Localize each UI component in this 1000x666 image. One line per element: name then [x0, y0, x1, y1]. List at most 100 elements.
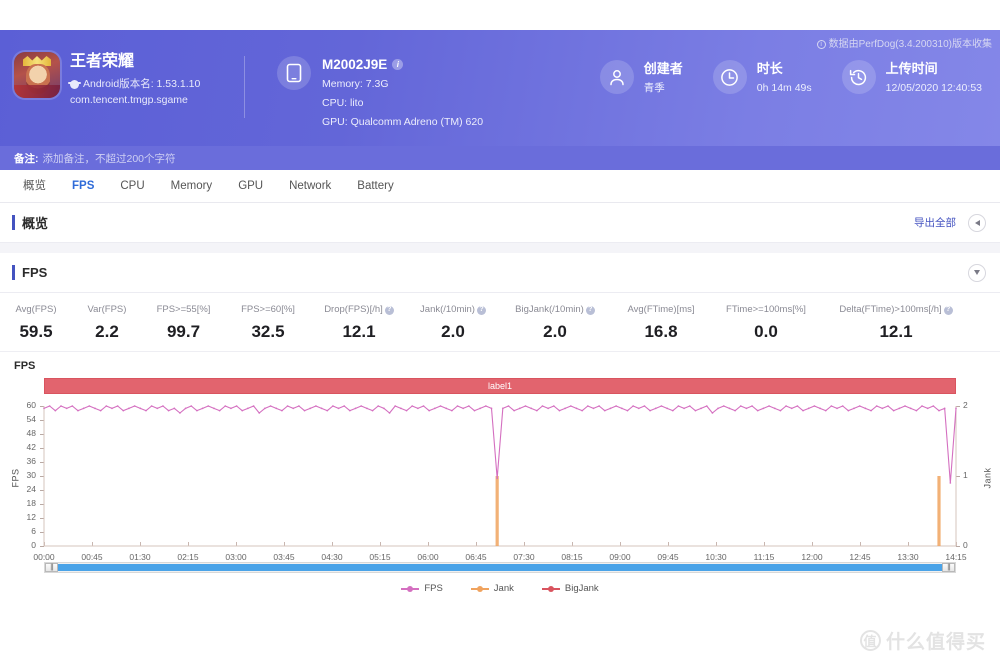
legend-item-fps[interactable]: FPS [401, 583, 443, 594]
meta-label-creator: 创建者 [643, 61, 683, 76]
device-info-icon[interactable]: i [392, 59, 404, 70]
device-gpu: GPU: Qualcomm Adreno (TM) 620 [322, 116, 484, 128]
meta-item-creator: 创建者 青季 [599, 60, 683, 96]
metric-bigjank: BigJank(/10min)? 2.0 [499, 303, 611, 345]
tab-fps[interactable]: FPS [59, 170, 107, 203]
metric-label-ftime-ge-100: FTime>=100ms[%] [726, 304, 806, 315]
meta-item-duration: 时长 0h 14m 49s [712, 60, 812, 96]
metric-label-fps-ge-55: FPS>=55[%] [156, 304, 211, 315]
note-label: 备注: [14, 152, 39, 165]
metric-label-drop-fps: Drop(FPS)[/h] [324, 304, 383, 315]
tab-network[interactable]: Network [276, 170, 344, 203]
metric-label-avg-fps: Avg(FPS) [15, 304, 57, 315]
chart-plot-area: FPS Jank 0 6 12 18 24 30 36 42 48 54 60 012 00:00 0… [0, 398, 1000, 562]
chart-svg [43, 405, 957, 547]
metric-label-var-fps: Var(FPS) [87, 304, 127, 315]
legend-label-fps: FPS [424, 583, 443, 594]
metric-value-fps-ge-55: 99.7 [166, 322, 201, 341]
help-icon-delta-ftime[interactable]: ? [943, 305, 953, 315]
tab-memory[interactable]: Memory [158, 170, 226, 203]
metrics-row: Avg(FPS) 59.5 Var(FPS) 2.2 FPS>=55[%] 99… [0, 293, 1000, 352]
clock-icon [712, 60, 747, 94]
tab-gpu[interactable]: GPU [225, 170, 276, 203]
user-icon [599, 60, 634, 94]
label-band[interactable]: label1 [44, 378, 956, 394]
metric-value-ftime-ge-100: 0.0 [754, 322, 778, 341]
metric-value-delta-ftime: 12.1 [879, 322, 913, 341]
metric-var-fps: Var(FPS) 2.2 [72, 303, 142, 345]
metric-drop-fps: Drop(FPS)[/h]? 12.1 [311, 303, 407, 345]
help-icon-bigjank[interactable]: ? [585, 305, 595, 315]
legend-swatch-fps [401, 585, 420, 592]
collector-note-text: 数据由PerfDog(3.4.200310)版本收集 [828, 39, 992, 50]
app-package: com.tencent.tmgp.sgame [70, 94, 188, 106]
tab-overview[interactable]: 概览 [10, 170, 59, 203]
note-bar[interactable]: 备注: 添加备注，不超过200个字符 [0, 146, 1000, 170]
export-all-link[interactable]: 导出全部 [914, 215, 956, 230]
metric-ftime-ge-100: FTime>=100ms[%] 0.0 [711, 303, 821, 345]
legend-label-bigjank: BigJank [564, 583, 599, 594]
fps-section-header: FPS [0, 253, 1000, 293]
metric-value-jank: 2.0 [441, 322, 465, 341]
chart-legend: FPS Jank BigJank [0, 583, 1000, 594]
metric-value-var-fps: 2.2 [95, 322, 119, 341]
overview-section-header: 概览 导出全部 [0, 203, 1000, 243]
section-accent-bar [12, 215, 15, 230]
metric-avg-ftime: Avg(FTime)[ms] 16.8 [611, 303, 711, 345]
watermark-text: 什么值得买 [885, 632, 986, 653]
phone-icon [277, 56, 311, 90]
help-icon-jank[interactable]: ? [476, 305, 486, 315]
fps-chart: FPS label1 FPS Jank 0 6 12 18 24 30 36 42 48 54 60… [0, 352, 1000, 594]
label-band-text: label1 [487, 381, 513, 391]
scrollbar-right-grip-glyph: ||| [947, 564, 951, 571]
device-info-block: M2002J9E i Memory: 7.3G CPU: lito GPU: Q… [245, 30, 483, 130]
scrollbar-left-grip-glyph: ||| [50, 564, 54, 571]
metric-jank: Jank(/10min)? 2.0 [407, 303, 499, 345]
overview-title: 概览 [22, 216, 49, 231]
top-strip [0, 0, 1000, 30]
chart-horizontal-scrollbar[interactable]: ||| ||| [44, 562, 956, 573]
metric-label-fps-ge-60: FPS>=60[%] [241, 304, 295, 315]
metric-avg-fps: Avg(FPS) 59.5 [0, 303, 72, 345]
watermark: 值 什么值得买 [859, 627, 986, 654]
tab-bar: 概览 FPS CPU Memory GPU Network Battery [0, 170, 1000, 203]
metric-label-avg-ftime: Avg(FTime)[ms] [627, 304, 695, 315]
metric-label-jank: Jank(/10min) [420, 304, 475, 315]
metric-fps-ge-60: FPS>=60[%] 32.5 [225, 303, 311, 345]
device-model: M2002J9E [322, 57, 388, 72]
app-version-text: Android版本名: 1.53.1.10 [83, 78, 201, 90]
app-version-row: Android版本名: 1.53.1.10 [70, 77, 200, 92]
app-header: i 数据由PerfDog(3.4.200310)版本收集 王者荣耀 Android… [0, 30, 1000, 146]
meta-item-upload-time: 上传时间 12/05/2020 12:40:53 [841, 60, 982, 96]
device-cpu: CPU: lito [322, 97, 364, 109]
scrollbar-track[interactable] [58, 564, 942, 571]
legend-item-jank[interactable]: Jank [470, 583, 514, 594]
collector-note: i 数据由PerfDog(3.4.200310)版本收集 [816, 35, 992, 50]
legend-label-jank: Jank [493, 583, 514, 594]
chart-title: FPS [14, 360, 36, 372]
watermark-logo-icon: 值 [859, 630, 881, 651]
legend-item-bigjank[interactable]: BigJank [541, 583, 599, 594]
meta-value-upload-time: 12/05/2020 12:40:53 [885, 82, 982, 94]
android-icon [70, 80, 79, 89]
collapse-left-button[interactable] [968, 213, 986, 232]
scrollbar-right-handle[interactable]: ||| [942, 563, 955, 572]
device-model-row: M2002J9E i [322, 56, 483, 73]
meta-label-upload-time: 上传时间 [885, 61, 938, 76]
legend-swatch-bigjank [541, 585, 560, 592]
app-info-block: 王者荣耀 Android版本名: 1.53.1.10 com.tencent.t… [0, 30, 240, 108]
help-icon-drop-fps[interactable]: ? [384, 305, 394, 315]
device-memory: Memory: 7.3G [322, 78, 389, 90]
scrollbar-left-handle[interactable]: ||| [45, 563, 58, 572]
tab-battery[interactable]: Battery [344, 170, 406, 203]
meta-value-duration: 0h 14m 49s [756, 82, 812, 94]
fps-collapse-button[interactable] [968, 263, 986, 282]
note-placeholder: 添加备注，不超过200个字符 [42, 152, 176, 165]
metric-value-avg-ftime: 16.8 [644, 322, 678, 341]
metric-fps-ge-55: FPS>=55[%] 99.7 [142, 303, 225, 345]
tab-cpu[interactable]: CPU [107, 170, 157, 203]
app-icon [14, 52, 60, 98]
info-icon: i [816, 40, 826, 49]
metric-value-fps-ge-60: 32.5 [251, 322, 285, 341]
history-icon [841, 60, 876, 94]
